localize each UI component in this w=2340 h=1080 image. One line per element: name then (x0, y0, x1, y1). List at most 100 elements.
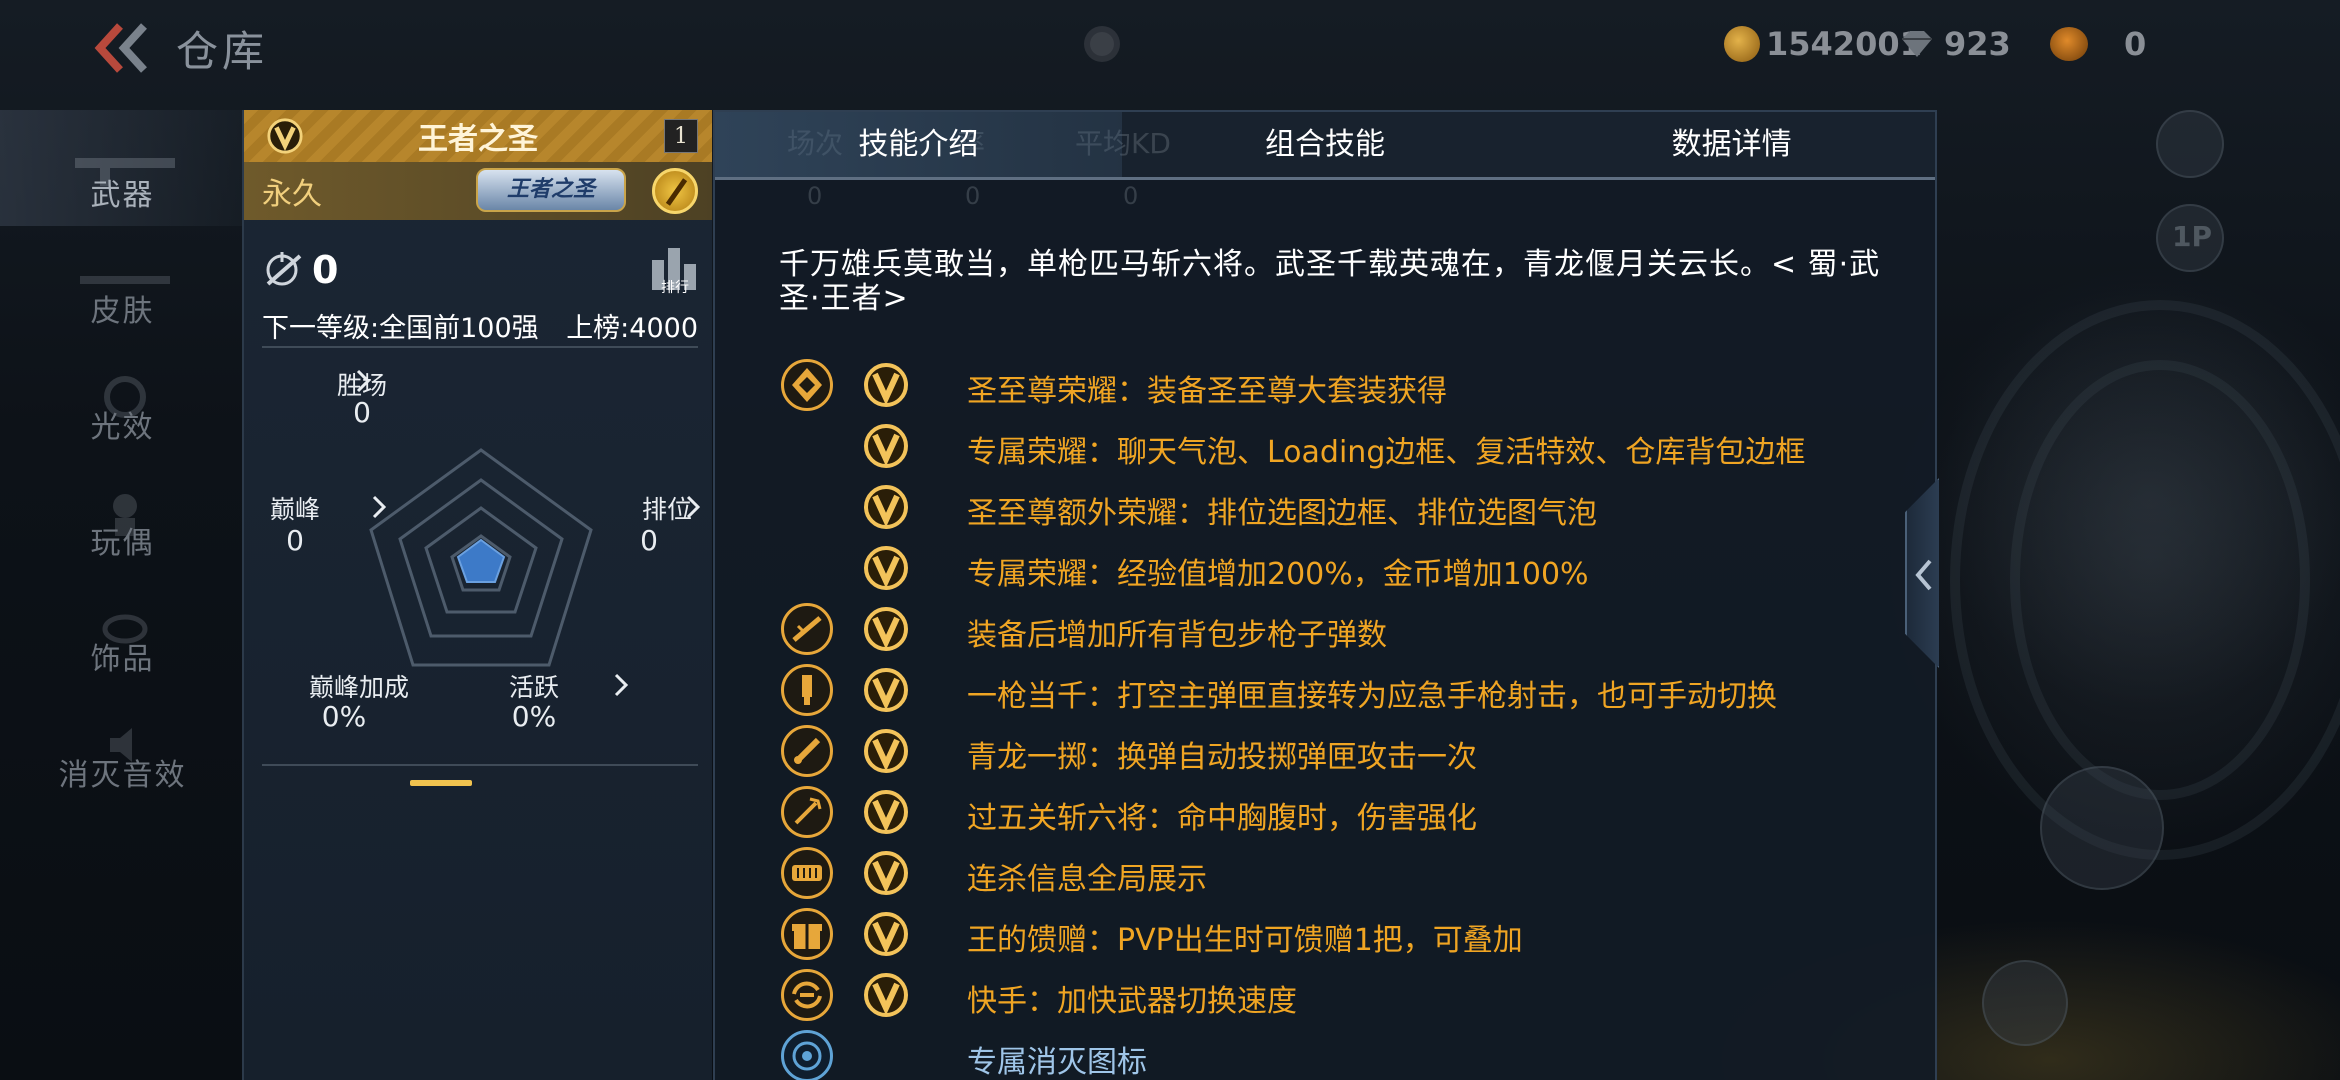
sidebar-item-label: 玩偶 (90, 526, 155, 561)
radar-peak-bonus-label[interactable]: 巅峰加成 (294, 668, 424, 704)
skill-row: 圣至尊额外荣耀：排位选图边框、排位选图气泡 (781, 478, 1901, 539)
magazine-throw-icon (781, 725, 833, 777)
radar-peak-bonus-value: 0% (321, 700, 367, 733)
sidebar-item-label: 消灭音效 (58, 758, 187, 793)
radar-ranked-value: 0 (640, 524, 658, 557)
radar-ranked-label[interactable]: 排位 (626, 490, 716, 526)
v-rank-badge-icon (864, 485, 908, 529)
skill-info-panel: 场次 率 平均KD 技能介绍 组合技能 数据详情 0 0 0 千万雄兵莫敢当，单… (713, 110, 1937, 1080)
pistol-icon (781, 664, 833, 716)
double-chevron-left-icon (94, 23, 147, 73)
chevron-right-icon[interactable] (684, 494, 702, 520)
stats-radar-chart (369, 448, 593, 667)
skill-text: 快手：加快武器切换速度 (967, 984, 1297, 1019)
sidebar-item-accessories[interactable]: 饰品 (0, 574, 245, 690)
sidebar-item-label: 饰品 (90, 642, 155, 677)
chevron-left-icon (1915, 559, 1932, 591)
radar-peak-label[interactable]: 巅峰 (250, 490, 340, 526)
gold-currency[interactable]: 1542001 (1724, 22, 1922, 66)
radar-peak-value: 0 (286, 524, 304, 557)
skill-row: 圣至尊荣耀：装备圣至尊大套装获得 (781, 356, 1901, 417)
diamond-icon (1902, 31, 1932, 57)
chevron-right-icon[interactable] (370, 494, 388, 520)
tab-combo-skills[interactable]: 组合技能 (1122, 112, 1529, 177)
skill-row: 连杀信息全局展示 (781, 844, 1901, 905)
v-rank-badge-icon (864, 424, 908, 468)
diamond-amount: 923 (1944, 25, 2011, 63)
weapon-switch-icon (781, 969, 833, 1021)
weapon-emblem-icon[interactable] (652, 168, 698, 214)
gift-icon (781, 908, 833, 960)
v-rank-badge-icon (864, 363, 908, 407)
kill-count: 0 (312, 248, 339, 292)
page-indicator (410, 780, 472, 786)
page-title: 仓库 (176, 27, 269, 76)
view-toggle-label: 1P (2172, 220, 2213, 253)
tab-skills[interactable]: 技能介绍 (715, 112, 1122, 177)
sidebar-item-dolls[interactable]: 玩偶 (0, 458, 245, 574)
sidebar-item-skins[interactable]: 皮肤 (0, 226, 245, 342)
sidebar-item-label: 武器 (90, 178, 155, 213)
gamepad-button[interactable] (2156, 110, 2224, 178)
sword-up-icon (781, 786, 833, 838)
weapon-count-badge: 1 (664, 119, 698, 153)
sidebar-item-label: 光效 (90, 410, 155, 445)
view-toggle-button[interactable]: 1P (2156, 204, 2224, 272)
sidebar-item-kill-sounds[interactable]: 消灭音效 (0, 690, 245, 806)
skill-row: 装备后增加所有背包步枪子弹数 (781, 600, 1901, 661)
leaderboard-icon[interactable]: 排行 (648, 242, 702, 296)
ticket-coin-icon (2050, 27, 2088, 61)
weapon-title-banner: 王者之圣 (476, 168, 626, 212)
chevron-right-icon[interactable] (612, 672, 630, 698)
background-target-ring (2010, 360, 2310, 800)
v-rank-badge-icon (864, 607, 908, 651)
ticket-currency[interactable]: 0 (2050, 22, 2146, 66)
skill-text: 专属荣耀：经验值增加200%，金币增加100% (967, 557, 1589, 592)
record-indicator (1090, 32, 1114, 56)
radar-active-label[interactable]: 活跃 (494, 668, 574, 704)
kill-stat-row: 0 排行 (262, 248, 702, 296)
sidebar-item-effects[interactable]: 光效 (0, 342, 245, 458)
skill-row: 快手：加快武器切换速度 (781, 966, 1901, 1027)
weapon-card: 王者之圣 1 永久 王者之圣 0 排行 下一等级:全国前100强 上榜:4000… (242, 110, 712, 1080)
v-rank-badge-icon (864, 729, 908, 773)
divider (262, 346, 698, 348)
skill-text: 一枪当千：打空主弹匣直接转为应急手枪射击，也可手动切换 (967, 679, 1777, 714)
skill-row: 青龙一掷：换弹自动投掷弹匣攻击一次 (781, 722, 1901, 783)
top-bar: 仓库 1542001 923 0 (0, 0, 2340, 100)
skill-text: 装备后增加所有背包步枪子弹数 (967, 618, 1387, 653)
leaderboard-threshold: 上榜:4000 (566, 313, 698, 344)
tab-data-details[interactable]: 数据详情 (1528, 112, 1935, 177)
skill-text: 专属消灭图标 (967, 1045, 1147, 1080)
radar-wins-value: 0 (353, 396, 371, 429)
ghost-value: 0 (1123, 182, 1139, 210)
v-rank-badge-icon (864, 668, 908, 712)
skill-row: 专属消灭图标 (781, 1027, 1901, 1080)
ghost-value: 0 (965, 182, 981, 210)
skill-row: 专属荣耀：聊天气泡、Loading边框、复活特效、仓库背包边框 (781, 417, 1901, 478)
chevron-right-icon[interactable] (354, 368, 372, 394)
attack-button[interactable] (2040, 766, 2164, 890)
weapon-duration-row: 永久 王者之圣 (244, 162, 712, 220)
skill-text: 圣至尊荣耀：装备圣至尊大套装获得 (967, 374, 1447, 409)
skill-row: 一枪当千：打空主弹匣直接转为应急手枪射击，也可手动切换 (781, 661, 1901, 722)
v-rank-badge-icon (864, 912, 908, 956)
skill-row: 过五关斩六将：命中胸腹时，伤害强化 (781, 783, 1901, 844)
skill-list: 圣至尊荣耀：装备圣至尊大套装获得专属荣耀：聊天气泡、Loading边框、复活特效… (781, 356, 1901, 1080)
weapon-card-header: 王者之圣 1 (244, 110, 712, 162)
skill-row: 王的馈赠：PVP出生时可馈赠1把，可叠加 (781, 905, 1901, 966)
rifle-icon (781, 603, 833, 655)
v-rank-badge-icon (864, 546, 908, 590)
kill-count-icon (266, 252, 302, 286)
back-button[interactable] (86, 18, 156, 78)
sidebar-item-weapons[interactable]: 武器 (0, 110, 245, 226)
v-rank-badge-icon (864, 851, 908, 895)
ghost-value: 0 (807, 182, 823, 210)
skill-text: 圣至尊额外荣耀：排位选图边框、排位选图气泡 (967, 496, 1597, 531)
gold-coin-icon (1724, 26, 1760, 62)
divider (262, 764, 698, 766)
swap-weapon-button[interactable] (1982, 960, 2068, 1046)
diamond-currency[interactable]: 923 (1898, 22, 2011, 66)
v-rank-badge-icon (864, 973, 908, 1017)
v-rank-badge-icon (864, 790, 908, 834)
